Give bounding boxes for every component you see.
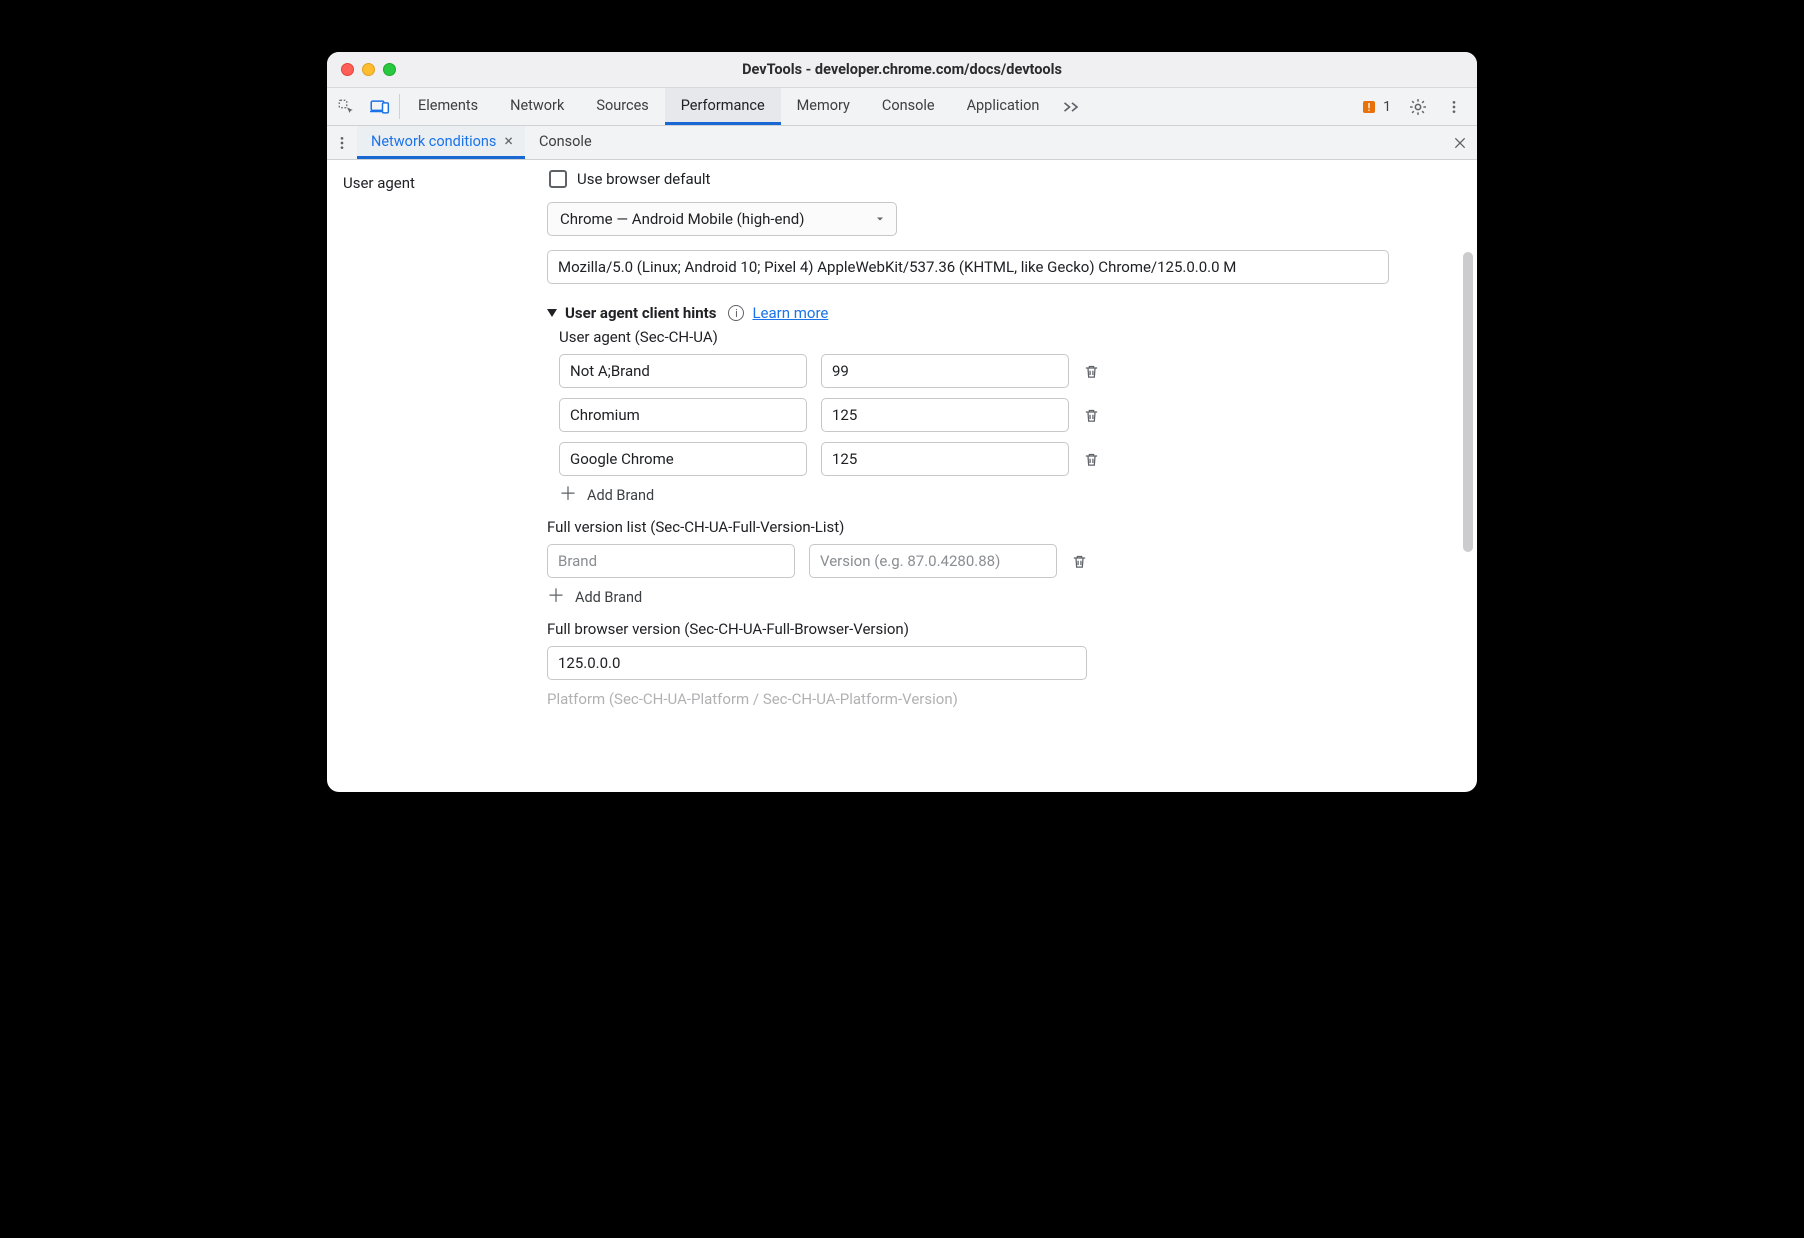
delete-icon[interactable]	[1083, 407, 1100, 424]
full-browser-version-label: Full browser version (Sec-CH-UA-Full-Bro…	[547, 620, 1443, 638]
brand-version-input[interactable]	[821, 442, 1069, 476]
titlebar: DevTools - developer.chrome.com/docs/dev…	[327, 52, 1477, 88]
window-minimize-button[interactable]	[362, 63, 375, 76]
brand-version-input[interactable]	[821, 398, 1069, 432]
divider	[399, 94, 400, 119]
delete-icon[interactable]	[1071, 553, 1088, 570]
drawer-kebab-icon[interactable]	[327, 126, 357, 159]
add-brand-label: Add Brand	[587, 487, 654, 504]
tab-console[interactable]: Console	[866, 88, 951, 125]
add-brand-button-fvl[interactable]: ＋ Add Brand	[547, 588, 1443, 606]
brand-row	[559, 398, 1443, 432]
fvl-brand-input[interactable]	[547, 544, 795, 578]
tab-application[interactable]: Application	[951, 88, 1056, 125]
info-icon[interactable]: i	[728, 305, 744, 321]
plus-icon: ＋	[559, 486, 577, 504]
toolbar-right: 1	[1355, 88, 1469, 125]
brand-input[interactable]	[559, 354, 807, 388]
brand-input[interactable]	[559, 442, 807, 476]
full-browser-version-input[interactable]	[547, 646, 1087, 680]
learn-more-link[interactable]: Learn more	[752, 304, 828, 322]
disclosure-triangle-icon	[547, 309, 557, 317]
client-hints-header[interactable]: User agent client hints i Learn more	[547, 304, 1443, 322]
brand-input[interactable]	[559, 398, 807, 432]
add-brand-label: Add Brand	[575, 589, 642, 606]
drawer-tab-network-conditions[interactable]: Network conditions ×	[357, 126, 525, 159]
user-agent-section-label: User agent	[343, 174, 415, 192]
inspect-icon[interactable]	[329, 88, 363, 125]
ua-preset-select[interactable]: Chrome — Android Mobile (high-end)	[547, 202, 897, 236]
tab-network[interactable]: Network	[494, 88, 580, 125]
brand-version-input[interactable]	[821, 354, 1069, 388]
drawer-close-icon[interactable]	[1443, 126, 1477, 159]
drawer-tabbar: Network conditions × Console	[327, 126, 1477, 160]
drawer-tab-label: Network conditions	[371, 133, 496, 150]
platform-label-clipped: Platform (Sec-CH-UA-Platform / Sec-CH-UA…	[547, 690, 1443, 708]
scrollbar-thumb[interactable]	[1463, 252, 1473, 552]
issues-badge[interactable]: 1	[1355, 99, 1397, 115]
brand-row	[559, 442, 1443, 476]
window-close-button[interactable]	[341, 63, 354, 76]
client-hints-title: User agent client hints	[565, 304, 716, 322]
sec-ch-ua-label: User agent (Sec-CH-UA)	[559, 328, 1443, 346]
devtools-window: DevTools - developer.chrome.com/docs/dev…	[327, 52, 1477, 792]
plus-icon: ＋	[547, 588, 565, 606]
main-tabbar: Elements Network Sources Performance Mem…	[327, 88, 1477, 126]
drawer-tab-label: Console	[539, 133, 592, 150]
full-version-list-label: Full version list (Sec-CH-UA-Full-Versio…	[547, 518, 1443, 536]
network-conditions-panel: User agent Use browser default Chrome — …	[327, 160, 1477, 792]
add-brand-button[interactable]: ＋ Add Brand	[559, 486, 1443, 504]
section-label-column: User agent	[327, 160, 547, 792]
issue-icon	[1361, 99, 1377, 115]
delete-icon[interactable]	[1083, 451, 1100, 468]
ua-preset-value: Chrome — Android Mobile (high-end)	[560, 210, 804, 228]
delete-icon[interactable]	[1083, 363, 1100, 380]
drawer-tab-console[interactable]: Console	[525, 126, 602, 159]
tab-sources[interactable]: Sources	[580, 88, 664, 125]
settings-gear-icon[interactable]	[1403, 92, 1433, 122]
window-zoom-button[interactable]	[383, 63, 396, 76]
main-tabs: Elements Network Sources Performance Mem…	[402, 88, 1055, 125]
ua-string-input[interactable]	[547, 250, 1389, 284]
more-tabs-icon[interactable]	[1055, 88, 1089, 125]
fvl-version-input[interactable]	[809, 544, 1057, 578]
user-agent-settings: Use browser default Chrome — Android Mob…	[547, 160, 1477, 792]
kebab-menu-icon[interactable]	[1439, 92, 1469, 122]
issues-count: 1	[1383, 99, 1391, 115]
device-toolbar-icon[interactable]	[363, 88, 397, 125]
tab-memory[interactable]: Memory	[781, 88, 866, 125]
use-browser-default-label: Use browser default	[577, 170, 710, 188]
chevron-down-icon	[874, 213, 886, 225]
window-title: DevTools - developer.chrome.com/docs/dev…	[327, 61, 1477, 78]
tab-elements[interactable]: Elements	[402, 88, 494, 125]
use-browser-default-checkbox[interactable]	[549, 170, 567, 188]
full-version-row	[547, 544, 1443, 578]
traffic-lights	[341, 63, 396, 76]
close-icon[interactable]: ×	[502, 131, 515, 151]
tab-performance[interactable]: Performance	[665, 88, 781, 125]
brand-row	[559, 354, 1443, 388]
